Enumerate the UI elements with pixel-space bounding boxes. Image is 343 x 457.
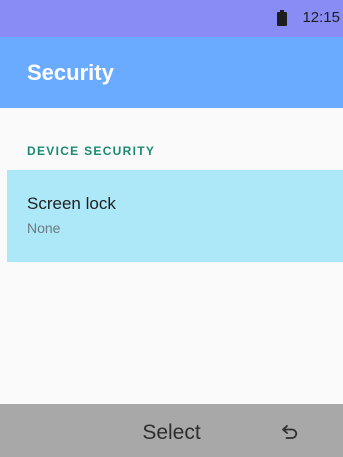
list-item-screen-lock[interactable]: Screen lock None: [7, 170, 343, 262]
status-bar: 12:15: [0, 0, 343, 37]
back-icon[interactable]: [279, 420, 303, 444]
page-title: Security: [27, 60, 114, 85]
app-bar: Security: [0, 37, 343, 108]
list-item-subtitle: None: [27, 220, 61, 236]
softkey-bar: Select: [0, 404, 343, 457]
list-item-title: Screen lock: [27, 194, 116, 213]
status-time: 12:15: [302, 9, 340, 26]
battery-icon: [277, 10, 287, 26]
section-header-device-security: DEVICE SECURITY: [27, 144, 156, 158]
